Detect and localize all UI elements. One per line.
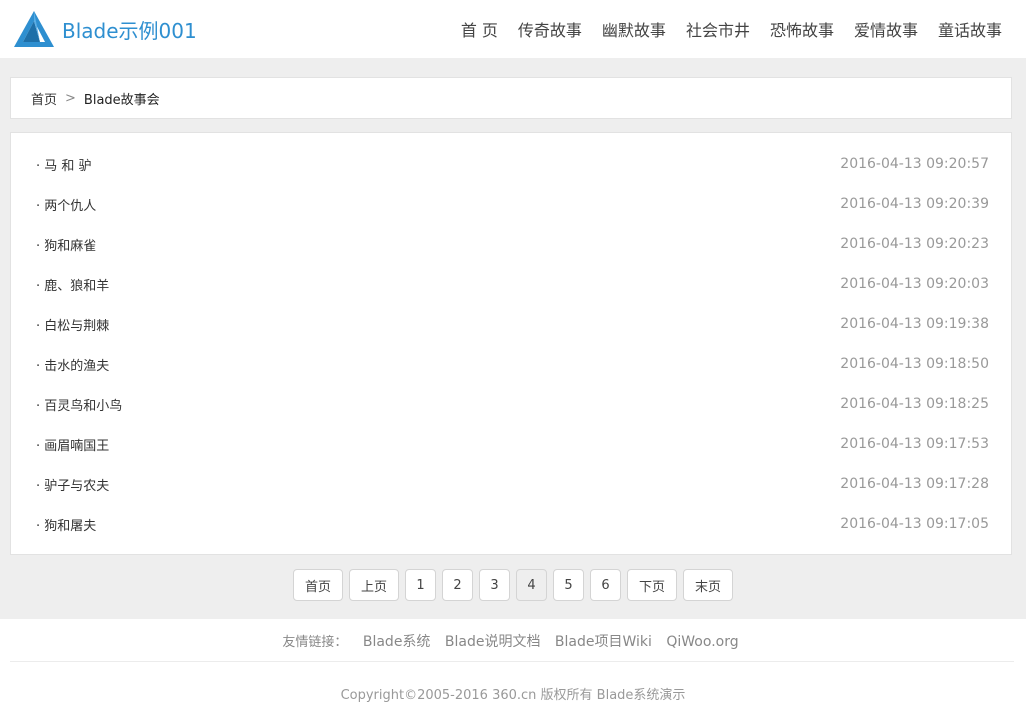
list-item: · 驴子与农夫 2016-04-13 09:17:28 bbox=[11, 464, 1011, 504]
breadcrumb-home-link[interactable]: 首页 bbox=[31, 89, 57, 108]
list-item: · 百灵鸟和小鸟 2016-04-13 09:18:25 bbox=[11, 384, 1011, 424]
prev-page-button[interactable]: 上页 bbox=[349, 569, 399, 601]
friend-links-label: 友情链接： bbox=[282, 635, 348, 650]
list-item: · 狗和屠夫 2016-04-13 09:17:05 bbox=[11, 504, 1011, 544]
breadcrumb-current: Blade故事会 bbox=[83, 92, 160, 108]
footer-link-blade-wiki[interactable]: Blade项目Wiki bbox=[555, 634, 652, 650]
page-button-1[interactable]: 1 bbox=[405, 569, 436, 601]
article-date: 2016-04-13 09:20:03 bbox=[840, 276, 989, 292]
list-item: · 两个仇人 2016-04-13 09:20:39 bbox=[11, 184, 1011, 224]
list-item: · 鹿、狼和羊 2016-04-13 09:20:03 bbox=[11, 264, 1011, 304]
nav-item-humor[interactable]: 幽默故事 bbox=[602, 17, 666, 41]
list-item: · 画眉喃国王 2016-04-13 09:17:53 bbox=[11, 424, 1011, 464]
main-nav: 首 页 传奇故事 幽默故事 社会市井 恐怖故事 爱情故事 童话故事 bbox=[461, 17, 1002, 41]
list-item: · 马 和 驴 2016-04-13 09:20:57 bbox=[11, 144, 1011, 184]
article-title-link[interactable]: · 马 和 驴 bbox=[36, 155, 92, 174]
nav-item-love[interactable]: 爱情故事 bbox=[854, 17, 918, 41]
article-date: 2016-04-13 09:17:28 bbox=[840, 476, 989, 492]
nav-item-society[interactable]: 社会市井 bbox=[686, 17, 750, 41]
article-date: 2016-04-13 09:19:38 bbox=[840, 316, 989, 332]
article-title-link[interactable]: · 两个仇人 bbox=[36, 195, 96, 214]
article-title-link[interactable]: · 白松与荆棘 bbox=[36, 315, 109, 334]
article-date: 2016-04-13 09:17:53 bbox=[840, 436, 989, 452]
list-item: · 击水的渔夫 2016-04-13 09:18:50 bbox=[11, 344, 1011, 384]
next-page-button[interactable]: 下页 bbox=[627, 569, 677, 601]
article-title-link[interactable]: · 鹿、狼和羊 bbox=[36, 275, 109, 294]
footer-link-blade-docs[interactable]: Blade说明文档 bbox=[445, 634, 541, 650]
nav-item-fairy-tale[interactable]: 童话故事 bbox=[938, 17, 1002, 41]
article-date: 2016-04-13 09:20:57 bbox=[840, 156, 989, 172]
article-title-link[interactable]: · 狗和麻雀 bbox=[36, 235, 96, 254]
nav-item-horror[interactable]: 恐怖故事 bbox=[770, 17, 834, 41]
brand-name[interactable]: Blade示例001 bbox=[62, 15, 197, 44]
friend-links: 友情链接： Blade系统 Blade说明文档 Blade项目Wiki QiWo… bbox=[0, 631, 1026, 651]
article-date: 2016-04-13 09:18:50 bbox=[840, 356, 989, 372]
page-button-6[interactable]: 6 bbox=[590, 569, 621, 601]
article-title-link[interactable]: · 百灵鸟和小鸟 bbox=[36, 395, 122, 414]
article-date: 2016-04-13 09:17:05 bbox=[840, 516, 989, 532]
article-date: 2016-04-13 09:20:39 bbox=[840, 196, 989, 212]
first-page-button[interactable]: 首页 bbox=[293, 569, 343, 601]
main-content: 首页 > Blade故事会 · 马 和 驴 2016-04-13 09:20:5… bbox=[0, 58, 1026, 619]
last-page-button[interactable]: 末页 bbox=[683, 569, 733, 601]
footer-divider bbox=[10, 661, 1014, 662]
article-title-link[interactable]: · 画眉喃国王 bbox=[36, 435, 109, 454]
article-title-link[interactable]: · 击水的渔夫 bbox=[36, 355, 109, 374]
article-date: 2016-04-13 09:18:25 bbox=[840, 396, 989, 412]
copyright-text: Copyright©2005-2016 360.cn 版权所有 Blade系统演… bbox=[340, 688, 686, 703]
nav-item-home[interactable]: 首 页 bbox=[461, 17, 498, 41]
footer-link-blade-system[interactable]: Blade系统 bbox=[363, 634, 431, 650]
article-date: 2016-04-13 09:20:23 bbox=[840, 236, 989, 252]
triangle-logo-icon[interactable] bbox=[12, 9, 56, 49]
list-item: · 狗和麻雀 2016-04-13 09:20:23 bbox=[11, 224, 1011, 264]
nav-item-legend[interactable]: 传奇故事 bbox=[518, 17, 582, 41]
page-button-5[interactable]: 5 bbox=[553, 569, 584, 601]
page-button-4-current[interactable]: 4 bbox=[516, 569, 547, 601]
article-title-link[interactable]: · 驴子与农夫 bbox=[36, 475, 109, 494]
list-item: · 白松与荆棘 2016-04-13 09:19:38 bbox=[11, 304, 1011, 344]
site-header: Blade示例001 首 页 传奇故事 幽默故事 社会市井 恐怖故事 爱情故事 … bbox=[0, 0, 1026, 58]
footer-link-qiwoo[interactable]: QiWoo.org bbox=[666, 634, 738, 650]
pagination: 首页 上页 1 2 3 4 5 6 下页 末页 bbox=[293, 569, 733, 601]
page-button-2[interactable]: 2 bbox=[442, 569, 473, 601]
breadcrumb: 首页 > Blade故事会 bbox=[10, 77, 1012, 119]
breadcrumb-separator: > bbox=[65, 90, 76, 106]
article-title-link[interactable]: · 狗和屠夫 bbox=[36, 515, 96, 534]
article-list: · 马 和 驴 2016-04-13 09:20:57 · 两个仇人 2016-… bbox=[10, 132, 1012, 555]
page-button-3[interactable]: 3 bbox=[479, 569, 510, 601]
